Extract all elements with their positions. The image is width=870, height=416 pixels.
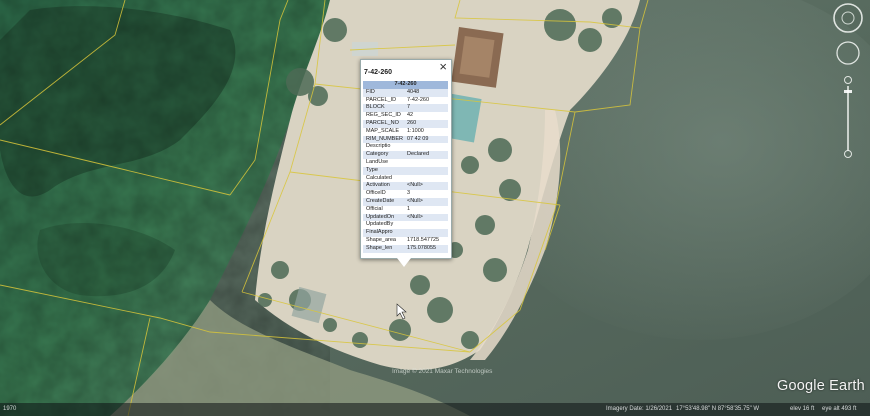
attribute-key: REG_SEC_ID (366, 112, 401, 119)
attribute-table: 7-42-260 FID 4048 PARCEL_ID 7-42-260 BLOCK… (363, 81, 448, 253)
zoom-slider-icon[interactable] (847, 86, 849, 151)
attribute-value: 42 (407, 112, 414, 119)
attribute-key: Category (363, 151, 404, 159)
attribute-key: FinalAppro (363, 229, 404, 237)
table-row: Type (363, 166, 448, 175)
attribute-value (404, 143, 448, 151)
attribute-value (404, 166, 448, 175)
attribute-key: BLOCK (363, 104, 404, 113)
table-row: PARCEL_ID 7-42-260 (363, 97, 448, 105)
eye-altitude-readout: eye alt 493 ft (822, 406, 857, 412)
attribute-value: 4048 (404, 88, 448, 97)
attribute-key: UpdatedBy (366, 221, 394, 228)
attribute-value: 1718.547725 (407, 236, 440, 243)
attribute-key: MAP_SCALE (366, 127, 400, 134)
attribute-value (404, 229, 448, 237)
table-row: LandUse (363, 159, 448, 167)
attribute-value: 175.078055 (404, 244, 448, 253)
table-row: Shape_area 1718.547725 (363, 237, 448, 245)
coordinates-readout: 17°53'48.98" N 87°58'35.75" W (676, 406, 760, 412)
attribute-value: 1 (407, 205, 411, 212)
attribute-key: UpdatedOn (363, 213, 404, 222)
attribute-table-header: 7-42-260 (363, 81, 448, 89)
attribute-key: OfficeID (366, 190, 386, 197)
house-roof-ridge (459, 35, 495, 78)
close-icon[interactable]: × (439, 57, 447, 77)
table-row: Activation <Null> (363, 182, 448, 191)
attribute-value: <Null> (404, 182, 448, 191)
attribute-key: LandUse (366, 158, 389, 165)
attribute-key: RIM_NUMBER (363, 135, 404, 144)
table-row: OfficeID 3 (363, 190, 448, 198)
table-row: CreateDate <Null> (363, 197, 448, 206)
table-row: Shape_len 175.078055 (363, 244, 448, 253)
table-row: BLOCK 7 (363, 104, 448, 113)
attribute-key: FID (363, 88, 404, 97)
table-row: Official 1 (363, 206, 448, 214)
elevation-readout: elev 16 ft (790, 406, 815, 412)
attribute-value: Declared (404, 151, 448, 159)
attribute-value: <Null> (404, 197, 448, 206)
table-row: RIM_NUMBER 07 42 09 (363, 135, 448, 144)
imagery-date: Imagery Date: 1/26/2021 (606, 406, 673, 412)
attribute-key: Type (363, 166, 404, 175)
attribute-value: 1:1000 (407, 127, 424, 134)
attribute-value: 3 (407, 190, 411, 197)
attribute-key: Shape_area (366, 236, 396, 243)
popup-title: 7-42-260 (364, 69, 393, 76)
parcel-info-popup[interactable]: 7-42-260 × 7-42-260 FID 4048 PARCEL_ID 7-4… (360, 57, 452, 267)
table-row: REG_SEC_ID 42 (363, 112, 448, 120)
attribute-value: <Null> (404, 213, 448, 222)
historical-year[interactable]: 1970 (3, 403, 16, 416)
status-bar: 1970 Imagery Date: 1/26/2021 17°53'48.98… (0, 403, 870, 416)
attribute-key: Calculated (366, 174, 392, 181)
attribute-key: Descriptio (366, 143, 391, 150)
attribute-key: PARCEL_ID (366, 96, 397, 103)
attribute-value: 07 42 09 (404, 135, 448, 144)
table-row: UpdatedBy (363, 221, 448, 229)
attribute-key: Activation (363, 182, 404, 191)
attribute-value: 7 (404, 104, 448, 113)
attribute-value (404, 221, 448, 229)
table-row: FID 4048 (363, 88, 448, 97)
attribute-key: Official (366, 205, 383, 212)
zoom-slider-thumb[interactable] (844, 90, 852, 93)
google-earth-logo: Google Earth (777, 378, 865, 394)
imagery-copyright: Image © 2021 Maxar Technologies (392, 368, 493, 375)
table-row: Category Declared (363, 151, 448, 159)
table-row: FinalAppro (363, 229, 448, 237)
table-row: MAP_SCALE 1:1000 (363, 128, 448, 136)
attribute-key: Shape_len (363, 244, 404, 253)
table-row: Descriptio (363, 143, 448, 151)
attribute-value (404, 159, 448, 167)
attribute-key: CreateDate (363, 197, 404, 206)
attribute-value (404, 175, 448, 183)
attribute-key: PARCEL_NO (363, 119, 404, 128)
table-row: PARCEL_NO 260 (363, 119, 448, 128)
attribute-value: 7-42-260 (407, 96, 430, 103)
attribute-value: 260 (404, 119, 448, 128)
table-row: UpdatedOn <Null> (363, 213, 448, 222)
table-row: Calculated (363, 175, 448, 183)
